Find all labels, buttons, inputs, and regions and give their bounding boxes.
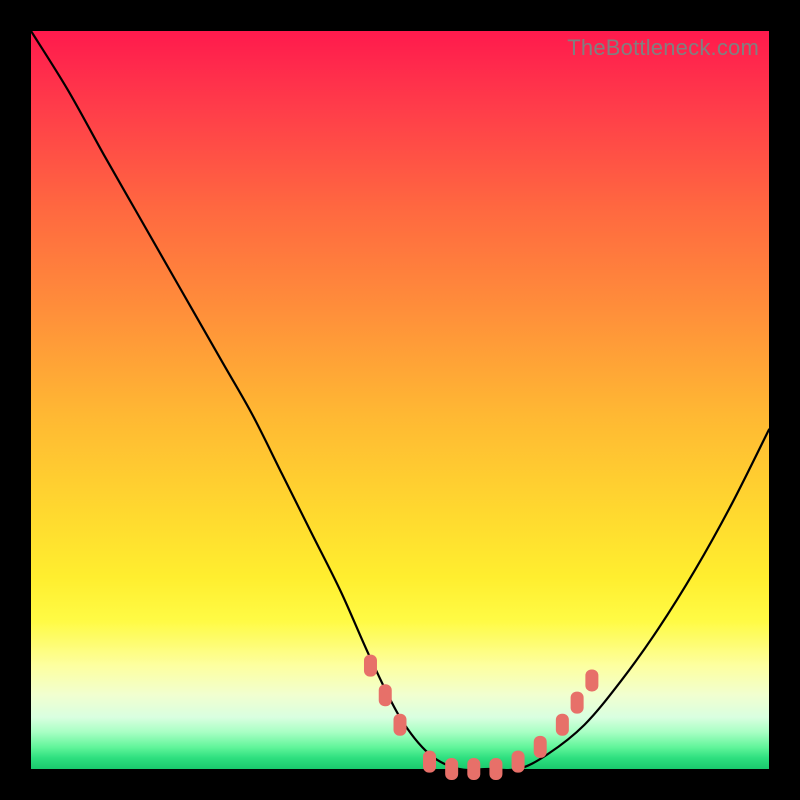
chart-frame: TheBottleneck.com [0, 0, 800, 800]
bottleneck-curve [31, 31, 769, 770]
bottom-5 [512, 751, 525, 773]
plot-area: TheBottleneck.com [31, 31, 769, 769]
bottom-2 [445, 758, 458, 780]
curve-layer [31, 31, 769, 769]
marker-layer [364, 655, 598, 780]
right-cluster-2 [556, 714, 569, 736]
bottom-3 [467, 758, 480, 780]
right-cluster-4 [585, 669, 598, 691]
left-cluster-1 [364, 655, 377, 677]
right-cluster-3 [571, 692, 584, 714]
bottom-1 [423, 751, 436, 773]
left-cluster-3 [394, 714, 407, 736]
right-cluster-1 [534, 736, 547, 758]
left-cluster-2 [379, 684, 392, 706]
bottom-4 [489, 758, 502, 780]
